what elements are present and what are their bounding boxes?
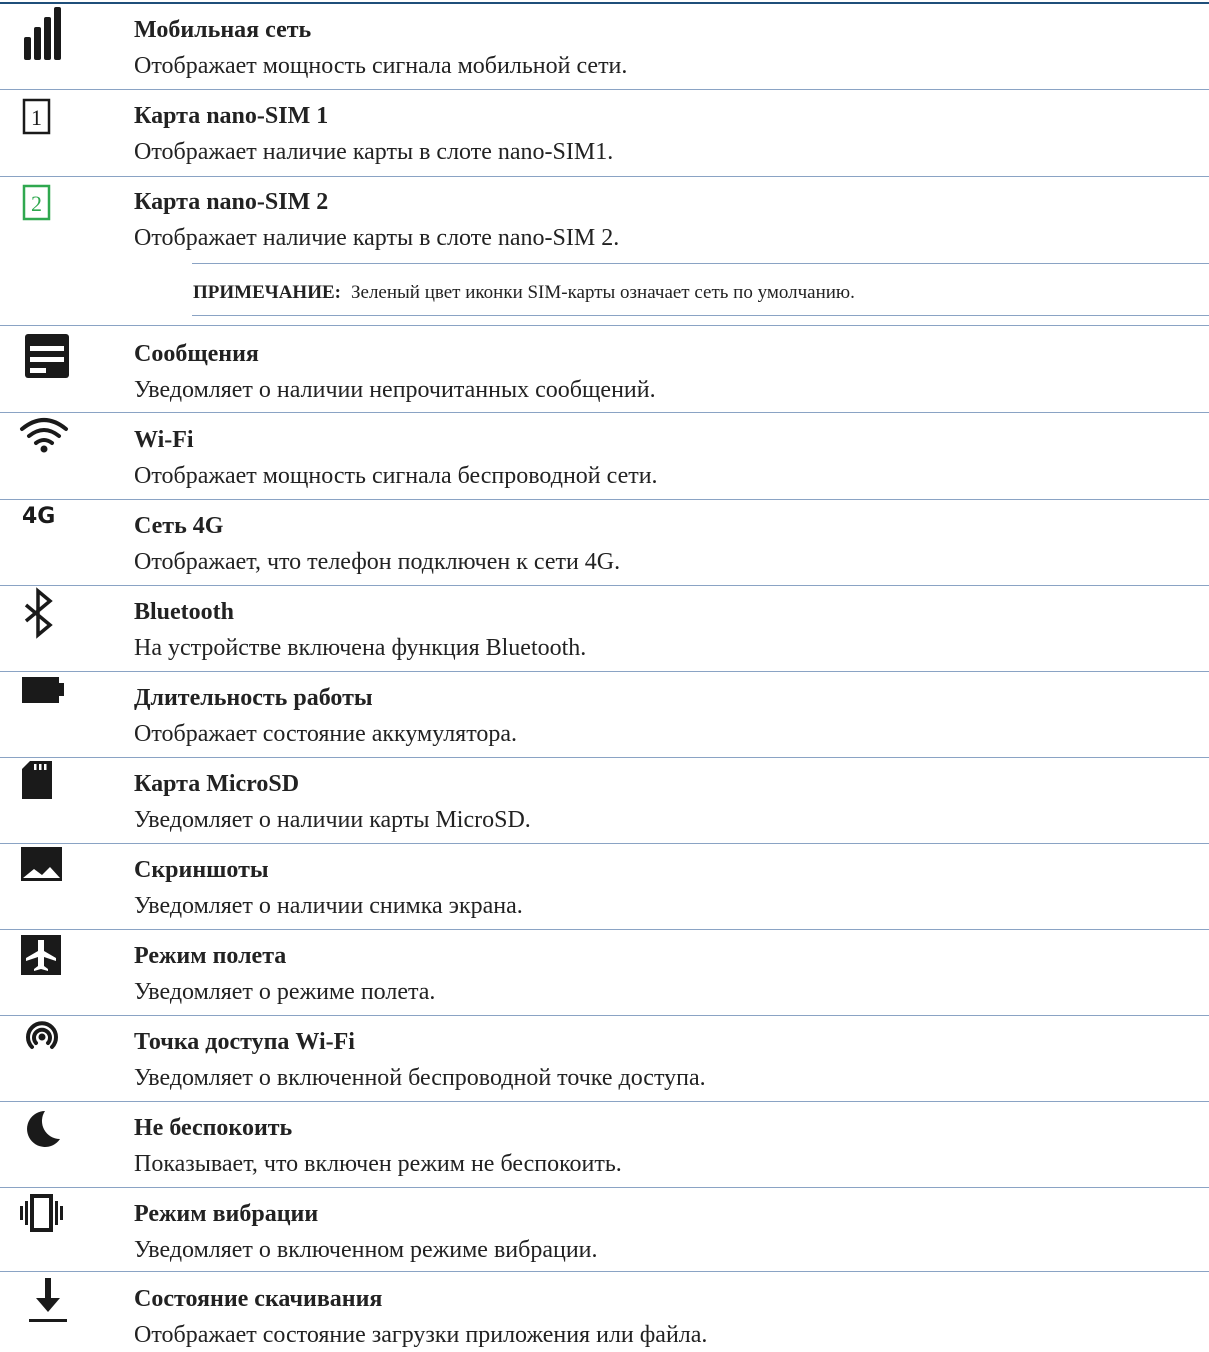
note-text: Зеленый цвет иконки SIM-карты означает с… [351, 282, 855, 303]
message-icon [18, 329, 78, 389]
item-description: Отображает состояние загрузки приложения… [134, 1322, 708, 1348]
row-separator [0, 325, 1209, 326]
4g-text: 4G [22, 504, 55, 529]
item-description: Отображает наличие карты в слоте nano-SI… [134, 225, 620, 251]
note-bottom-rule [192, 315, 1209, 316]
signal-bars-icon [18, 5, 78, 65]
bluetooth-icon [18, 587, 78, 647]
item-description: Отображает, что телефон подключен к сети… [134, 549, 621, 575]
note-label: ПРИМЕЧАНИЕ: [193, 282, 341, 303]
item-title: Не беспокоить [134, 1115, 293, 1141]
sim-card-2-icon: 2 [18, 177, 78, 237]
item-title: Состояние скачивания [134, 1286, 383, 1312]
row-separator [0, 929, 1209, 930]
item-description: Показывает, что включен режим не беспоко… [134, 1151, 622, 1177]
item-description: Отображает наличие карты в слоте nano-SI… [134, 139, 614, 165]
item-description: Уведомляет о наличии снимка экрана. [134, 893, 523, 919]
item-title: Карта nano-SIM 1 [134, 103, 329, 129]
row-separator [0, 176, 1209, 177]
row-separator [0, 757, 1209, 758]
item-title: Мобильная сеть [134, 17, 312, 43]
vibrate-icon [18, 1189, 78, 1249]
item-description: Уведомляет о наличии карты MicroSD. [134, 807, 531, 833]
item-description: Уведомляет о включенной беспроводной точ… [134, 1065, 706, 1091]
download-icon [18, 1274, 78, 1334]
moon-icon [18, 1103, 78, 1163]
item-description: Уведомляет о включенном режиме вибрации. [134, 1237, 598, 1263]
item-description: На устройстве включена функция Bluetooth… [134, 635, 587, 661]
sim-number: 1 [31, 105, 42, 130]
item-title: Карта nano-SIM 2 [134, 189, 329, 215]
note-top-rule [192, 263, 1209, 264]
sim-card-1-icon: 1 [18, 91, 78, 151]
item-description: Отображает мощность сигнала беспроводной… [134, 463, 658, 489]
battery-icon [18, 673, 78, 733]
microsd-card-icon [18, 759, 78, 819]
4g-icon: 4G [18, 501, 78, 561]
row-separator [0, 412, 1209, 413]
wifi-icon [18, 415, 78, 475]
item-title: Точка доступа Wi-Fi [134, 1029, 355, 1055]
row-separator [0, 843, 1209, 844]
note: ПРИМЕЧАНИЕ: Зеленый цвет иконки SIM-карты… [193, 282, 855, 304]
item-description: Уведомляет о режиме полета. [134, 979, 436, 1005]
airplane-icon [18, 931, 78, 991]
item-title: Bluetooth [134, 599, 235, 625]
row-separator [0, 1187, 1209, 1188]
item-title: Wi-Fi [134, 427, 194, 453]
item-description: Уведомляет о наличии непрочитанных сообщ… [134, 377, 656, 403]
item-title: Длительность работы [134, 685, 373, 711]
item-title: Карта MicroSD [134, 771, 300, 797]
item-title: Скриншоты [134, 857, 269, 883]
item-title: Режим полета [134, 943, 287, 969]
row-separator [0, 585, 1209, 586]
item-title: Режим вибрации [134, 1201, 319, 1227]
row-separator [0, 499, 1209, 500]
item-description: Отображает мощность сигнала мобильной се… [134, 53, 628, 79]
hotspot-icon [18, 1017, 78, 1077]
sim-number: 2 [31, 191, 42, 216]
top-rule [0, 2, 1209, 4]
row-separator [0, 1015, 1209, 1016]
screenshot-image-icon [18, 845, 78, 905]
row-separator [0, 89, 1209, 90]
row-separator [0, 671, 1209, 672]
item-description: Отображает состояние аккумулятора. [134, 721, 518, 747]
item-title: Сеть 4G [134, 513, 224, 539]
row-separator [0, 1271, 1209, 1272]
item-title: Сообщения [134, 341, 259, 367]
row-separator [0, 1101, 1209, 1102]
